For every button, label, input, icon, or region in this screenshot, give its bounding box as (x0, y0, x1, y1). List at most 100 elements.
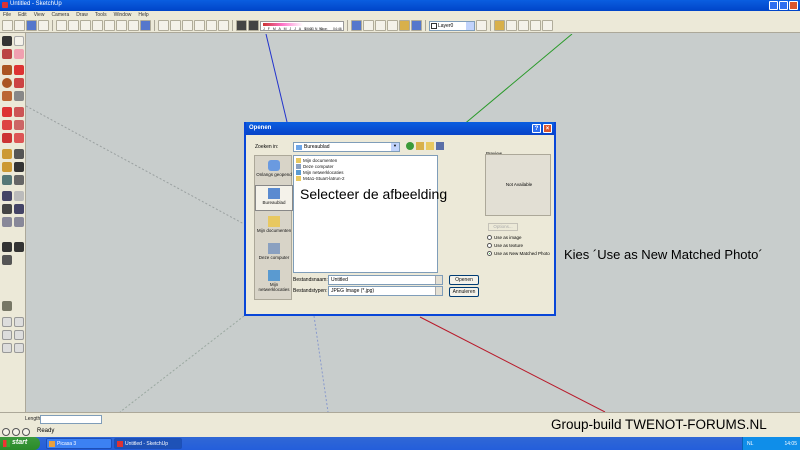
polygon-tool-icon[interactable] (2, 91, 12, 101)
chevron-down-icon[interactable] (435, 276, 442, 284)
sandbox-from-scratch-icon[interactable] (14, 317, 24, 327)
radio-use-as-texture[interactable]: Use as texture (487, 243, 523, 248)
shadow-settings-icon[interactable] (236, 20, 247, 31)
radio-dot-selected[interactable] (487, 251, 492, 256)
dialog-close-button[interactable]: × (543, 124, 552, 133)
copy-icon[interactable] (68, 20, 79, 31)
paste-icon[interactable] (80, 20, 91, 31)
walk-tool-icon[interactable] (14, 242, 24, 252)
line-tool-icon[interactable] (14, 65, 24, 75)
3d-warehouse-icon[interactable] (518, 20, 529, 31)
orbit-icon[interactable] (2, 191, 12, 201)
place-desktop[interactable]: Bureaublad (255, 185, 293, 211)
circle-tool-icon[interactable] (2, 78, 12, 88)
back-icon[interactable] (406, 142, 414, 150)
drape-icon[interactable] (2, 343, 12, 353)
options-button[interactable]: Options... (488, 223, 518, 231)
chevron-down-icon[interactable] (466, 21, 474, 30)
minimize-button[interactable] (769, 1, 778, 10)
dimension-tool-icon[interactable] (14, 149, 24, 159)
measurements-input[interactable] (40, 415, 102, 424)
radio-dot[interactable] (487, 243, 492, 248)
erase-icon[interactable] (92, 20, 103, 31)
open-file-icon[interactable] (14, 20, 25, 31)
wireframe-icon[interactable] (363, 20, 374, 31)
menu-help[interactable]: Help (138, 12, 148, 18)
sandbox-from-contours-icon[interactable] (2, 317, 12, 327)
position-camera-icon[interactable] (2, 242, 12, 252)
menu-file[interactable]: File (3, 12, 11, 18)
component-share-icon[interactable] (542, 20, 553, 31)
chevron-down-icon[interactable] (435, 287, 442, 295)
menu-draw[interactable]: Draw (76, 12, 88, 18)
cancel-button[interactable]: Annuleren (449, 287, 479, 297)
help-icon[interactable] (22, 428, 30, 436)
make-component-icon[interactable] (38, 20, 49, 31)
start-button[interactable]: start (0, 437, 40, 450)
chevron-down-icon[interactable]: ▼ (391, 143, 399, 151)
layer-select[interactable]: Layer0 (429, 20, 475, 31)
eraser-icon[interactable] (14, 49, 24, 59)
menu-window[interactable]: Window (114, 12, 132, 18)
menu-tools[interactable]: Tools (95, 12, 107, 18)
menu-camera[interactable]: Camera (51, 12, 69, 18)
new-file-icon[interactable] (2, 20, 13, 31)
cut-icon[interactable] (56, 20, 67, 31)
sandbox-icon[interactable] (494, 20, 505, 31)
right-view-icon[interactable] (194, 20, 205, 31)
zoom-icon[interactable] (2, 204, 12, 214)
shaded-textures-icon[interactable] (399, 20, 410, 31)
display-shadows-icon[interactable] (248, 20, 259, 31)
stamp-icon[interactable] (14, 330, 24, 340)
list-item[interactable]: Mijn documenten (296, 158, 337, 163)
text-tool-icon[interactable] (14, 162, 24, 172)
maximize-button[interactable] (779, 1, 788, 10)
scale-tool-icon[interactable] (2, 133, 12, 143)
3d-text-icon[interactable] (14, 175, 24, 185)
save-icon[interactable] (26, 20, 37, 31)
left-view-icon[interactable] (218, 20, 229, 31)
print-icon[interactable] (128, 20, 139, 31)
freehand-tool-icon[interactable] (14, 91, 24, 101)
top-view-icon[interactable] (170, 20, 181, 31)
menu-view[interactable]: View (34, 12, 45, 18)
radio-dot[interactable] (487, 235, 492, 240)
list-item[interactable]: Deze computer (296, 164, 334, 169)
place-my-documents[interactable]: Mijn documenten (255, 214, 293, 240)
list-item[interactable]: M4a1-Stuart-latrun-2 (296, 176, 345, 181)
file-list[interactable]: Mijn documenten Deze computer Mijn netwe… (293, 155, 447, 273)
hidden-line-icon[interactable] (375, 20, 386, 31)
push-pull-icon[interactable] (14, 107, 24, 117)
protractor-icon[interactable] (2, 162, 12, 172)
place-my-computer[interactable]: Deze computer (255, 241, 293, 267)
redo-icon[interactable] (116, 20, 127, 31)
layer-manager-icon[interactable] (476, 20, 487, 31)
help-button[interactable]: ? (532, 124, 541, 133)
google-earth-icon[interactable] (506, 20, 517, 31)
up-folder-icon[interactable] (416, 142, 424, 150)
place-recent[interactable]: Onlangs geopend (255, 158, 293, 184)
file-name-input[interactable]: Untitled (328, 275, 443, 285)
rotate-tool-icon[interactable] (2, 120, 12, 130)
look-in-select[interactable]: Bureaublad ▼ (293, 142, 400, 152)
undo-icon[interactable] (104, 20, 115, 31)
make-component-tool-icon[interactable] (14, 36, 24, 46)
new-folder-icon[interactable] (426, 142, 434, 150)
follow-me-icon[interactable] (14, 120, 24, 130)
zoom-window-icon[interactable] (14, 204, 24, 214)
monochrome-icon[interactable] (411, 20, 422, 31)
xray-icon[interactable] (351, 20, 362, 31)
close-window-button[interactable] (789, 1, 798, 10)
section-plane-icon[interactable] (2, 301, 12, 311)
place-network[interactable]: Mijn netwerklocaties (255, 268, 293, 294)
radio-use-as-image[interactable]: Use as image (487, 235, 522, 240)
look-around-icon[interactable] (2, 255, 12, 265)
rectangle-tool-icon[interactable] (2, 65, 12, 75)
zoom-extents-icon[interactable] (14, 217, 24, 227)
model-info-icon[interactable] (140, 20, 151, 31)
shaded-icon[interactable] (387, 20, 398, 31)
back-view-icon[interactable] (206, 20, 217, 31)
iso-view-icon[interactable] (158, 20, 169, 31)
select-tool-icon[interactable] (2, 36, 12, 46)
share-model-icon[interactable] (530, 20, 541, 31)
